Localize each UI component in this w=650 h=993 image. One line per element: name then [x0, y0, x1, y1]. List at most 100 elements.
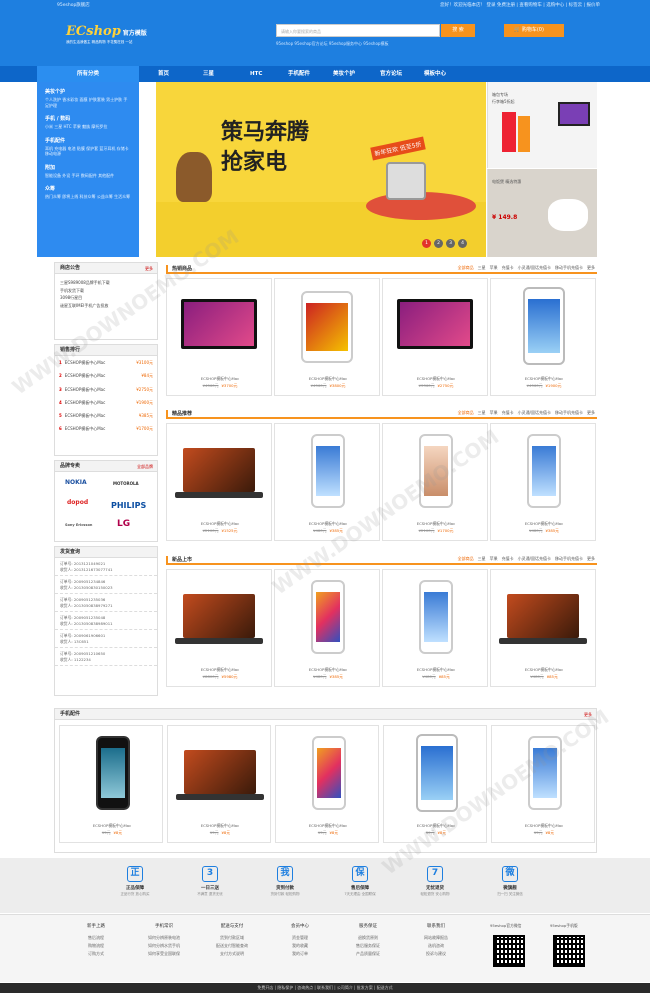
footer-link[interactable]: 产品质量保证	[338, 950, 398, 958]
nav-samsung[interactable]: 三星	[203, 66, 214, 82]
footer-link[interactable]: 配送支付智能查询	[202, 942, 262, 950]
footer-link[interactable]: 如何分辨水货手机	[134, 942, 194, 950]
product-card[interactable]: ECSHOP模板中心Mac ¥2100元 ¥1525元	[166, 423, 272, 541]
footer-link[interactable]: 购物流程	[66, 942, 126, 950]
product-name[interactable]: ECSHOP模板中心Mac	[491, 667, 597, 673]
more-link[interactable]: 更多	[145, 263, 153, 274]
order-item[interactable]: 订单号: 2009051235048 收货人: 2013050838989011	[55, 612, 157, 630]
brand-logo[interactable]: PHILIPS	[111, 501, 146, 510]
footer-link[interactable]: 货到付款区域	[202, 934, 262, 942]
footer-link[interactable]: 投诉与建议	[406, 950, 466, 958]
banner-dot[interactable]: 3	[446, 239, 455, 248]
product-card[interactable]: ECSHOP模板中心Mac ¥4560元 ¥1900元	[490, 278, 596, 396]
nav-accessories[interactable]: 手机配件	[288, 66, 310, 82]
product-card[interactable]: ECSHOP模板中心Mac ¥480元 ¥385元	[274, 569, 380, 687]
footer-link[interactable]: 我的收藏	[270, 942, 330, 950]
brand-logo[interactable]: dopod	[67, 499, 88, 506]
hero-banner[interactable]: 策马奔腾 抢家电 新年狂欢 低至5折	[156, 82, 486, 257]
category-group[interactable]: 手机 / 数码 小米 三星 HTC 苹果 魅族 摩托罗拉	[45, 115, 131, 130]
ranking-item[interactable]: 5 ECSHOP模板中心Mac ¥385元	[55, 409, 157, 422]
all-brands-link[interactable]: 全部品牌	[137, 461, 153, 472]
footer-link[interactable]: 如何享受全国联保	[134, 950, 194, 958]
product-name[interactable]: ECSHOP模板中心Mac	[491, 521, 597, 527]
notice-item[interactable]: 3098行星目	[55, 294, 157, 302]
topbar-links[interactable]: 您好！欢迎光临本店！ 登录 免费注册 | 查看购物车 | 选购中心 | 标签云 …	[440, 2, 600, 8]
order-item[interactable]: 订单号: 2013121049021 收货人: 2013121673077741	[55, 558, 157, 576]
product-card[interactable]: ECSHOP模板中心Mac ¥9元 ¥8元	[491, 725, 595, 843]
brand-logo[interactable]: LG	[117, 519, 130, 529]
section-tab[interactable]: 更多	[587, 410, 595, 415]
section-tab[interactable]: 全部商品	[458, 410, 474, 415]
product-name[interactable]: ECSHOP模板中心Mac	[383, 376, 489, 382]
section-tab[interactable]: 全部商品	[458, 556, 474, 561]
section-tab[interactable]: 三星	[478, 265, 486, 270]
section-tab[interactable]: 小灵通/固话充值卡	[518, 410, 551, 415]
section-tab[interactable]: 全部商品	[458, 265, 474, 270]
section-tab[interactable]: 移动手机充值卡	[555, 410, 583, 415]
nav-home[interactable]: 首页	[158, 66, 169, 82]
product-name[interactable]: ECSHOP模板中心Mac	[275, 667, 381, 673]
search-button[interactable]: 搜 索	[441, 24, 475, 37]
product-name[interactable]: ECSHOP模板中心Mac	[492, 823, 596, 829]
product-name[interactable]: ECSHOP模板中心Mac	[168, 823, 272, 829]
nav-htc[interactable]: HTC	[250, 66, 262, 82]
footer-link[interactable]: 网站故障报告	[406, 934, 466, 942]
category-group[interactable]: 美妆个护 个人洗护 香水彩妆 面膜 护肤套装 男士护肤 手足护理	[45, 88, 131, 108]
product-card[interactable]: ECSHOP模板中心Mac ¥9元 ¥8元	[59, 725, 163, 843]
section-tab[interactable]: 三星	[478, 410, 486, 415]
section-tab[interactable]: 充值卡	[502, 410, 514, 415]
product-name[interactable]: ECSHOP模板中心Mac	[491, 376, 597, 382]
section-tab[interactable]: 三星	[478, 556, 486, 561]
product-card[interactable]: ECSHOP模板中心Mac ¥9元 ¥8元	[275, 725, 379, 843]
nav-templates[interactable]: 模板中心	[424, 66, 446, 82]
product-name[interactable]: ECSHOP模板中心Mac	[383, 667, 489, 673]
brand-logo[interactable]: NOKIA	[65, 479, 87, 486]
bottom-links[interactable]: 免费开店 | 隐私保护 | 咨询热点 | 联系我们 | 公司简介 | 批发方案 …	[0, 983, 650, 993]
product-card[interactable]: ECSHOP模板中心Mac ¥2100元 ¥1700元	[382, 423, 488, 541]
order-item[interactable]: 订单号: 2009061906601 收货人: 13C651	[55, 630, 157, 648]
topbar-left[interactable]: 95eshop旗舰店	[57, 2, 90, 8]
more-link[interactable]: 更多	[584, 709, 592, 720]
search-input[interactable]: 请输入你要搜索的商品	[276, 24, 440, 37]
section-tab[interactable]: 苹果	[490, 556, 498, 561]
category-group[interactable]: 附加 智能设备 外设 手环 数码配件 其他配件	[45, 164, 131, 179]
notice-item[interactable]: 三星S989008品牌手机下载	[55, 279, 157, 287]
promo-cooker[interactable]: 电饭煲 精选特惠 ¥ 149.8	[487, 169, 597, 257]
order-item[interactable]: 订单号: 2009051210650 收货人: 1122234	[55, 648, 157, 666]
section-tab[interactable]: 小灵通/固话充值卡	[518, 265, 551, 270]
product-card[interactable]: ECSHOP模板中心Mac ¥4560元 ¥3800元	[274, 278, 380, 396]
section-tab[interactable]: 充值卡	[502, 265, 514, 270]
footer-link[interactable]: 资金管理	[270, 934, 330, 942]
footer-link[interactable]: 支付方式说明	[202, 950, 262, 958]
footer-link[interactable]: 订购方式	[66, 950, 126, 958]
section-tab[interactable]: 更多	[587, 556, 595, 561]
notice-item[interactable]: 谜星互联IMEI手机广告投放	[55, 302, 157, 310]
footer-link[interactable]: 我的订单	[270, 950, 330, 958]
section-tab[interactable]: 移动手机充值卡	[555, 556, 583, 561]
nav-forum[interactable]: 官方论坛	[380, 66, 402, 82]
footer-link[interactable]: 售后流程	[66, 934, 126, 942]
banner-dot[interactable]: 4	[458, 239, 467, 248]
section-tab[interactable]: 移动手机充值卡	[555, 265, 583, 270]
footer-link[interactable]: 退换货原则	[338, 934, 398, 942]
cart-button[interactable]: 🛒 购物车(0)	[504, 24, 564, 37]
product-card[interactable]: ECSHOP模板中心Mac ¥4560元 ¥3700元	[166, 278, 272, 396]
product-card[interactable]: ECSHOP模板中心Mac ¥9元 ¥8元	[383, 725, 487, 843]
product-name[interactable]: ECSHOP模板中心Mac	[275, 376, 381, 382]
section-tab[interactable]: 更多	[587, 265, 595, 270]
product-name[interactable]: ECSHOP模板中心Mac	[167, 667, 273, 673]
site-logo[interactable]: ECshop 官方模版	[66, 24, 147, 39]
footer-link[interactable]: 售后服务保证	[338, 942, 398, 950]
all-categories[interactable]: 所有分类	[37, 66, 139, 82]
brand-logo[interactable]: MOTOROLA	[113, 481, 139, 486]
footer-link[interactable]: 选机咨询	[406, 942, 466, 950]
section-tab[interactable]: 苹果	[490, 410, 498, 415]
section-tab[interactable]: 充值卡	[502, 556, 514, 561]
category-group[interactable]: 众筹 热门众筹 即将上线 科技众筹 公益众筹 生活众筹	[45, 185, 131, 200]
product-name[interactable]: ECSHOP模板中心Mac	[167, 376, 273, 382]
product-name[interactable]: ECSHOP模板中心Mac	[384, 823, 488, 829]
banner-dot[interactable]: 1	[422, 239, 431, 248]
section-tab[interactable]: 小灵通/固话充值卡	[518, 556, 551, 561]
product-name[interactable]: ECSHOP模板中心Mac	[276, 823, 380, 829]
nav-beauty[interactable]: 美妆个护	[333, 66, 355, 82]
